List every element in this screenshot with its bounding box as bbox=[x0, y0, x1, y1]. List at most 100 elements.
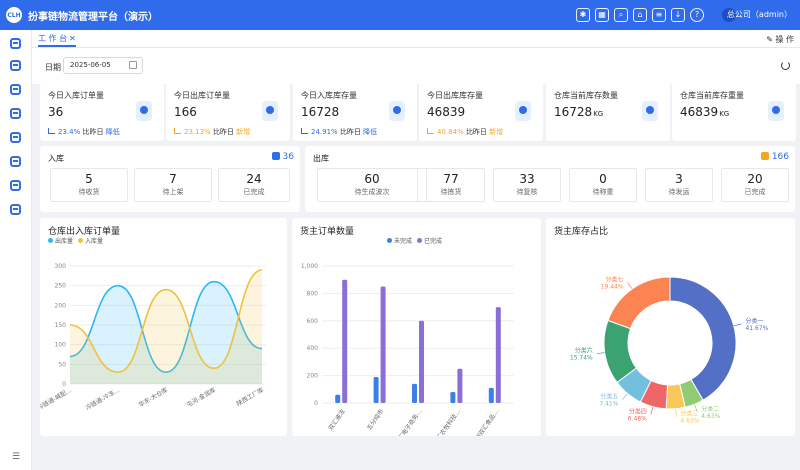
outbound-completed[interactable]: 20 已完成 bbox=[721, 168, 789, 202]
warehouse-qty-icon bbox=[642, 101, 658, 121]
pie-leader-line bbox=[733, 323, 742, 327]
bar bbox=[488, 387, 494, 403]
y-tick-label: 0 bbox=[314, 400, 318, 407]
pie-slice bbox=[669, 276, 737, 401]
stat-label: 今日入库订单量 bbox=[48, 91, 104, 100]
x-tick-label: 华东-大仓库 bbox=[137, 386, 169, 409]
stat-card-warehouse-qty: 仓库当前库存数量 16728KG bbox=[546, 83, 670, 141]
x-tick-label: 五分炖市 bbox=[365, 408, 385, 432]
stat-value: 46839KG bbox=[680, 105, 730, 119]
pie-leader-line bbox=[650, 406, 654, 415]
stat-value: 166 bbox=[174, 105, 197, 119]
inbound-pending-shelving[interactable]: 7 待上架 bbox=[134, 168, 212, 202]
report-icon[interactable] bbox=[10, 180, 21, 191]
stat-label: 今日入库库存量 bbox=[301, 91, 357, 100]
box-icon bbox=[760, 152, 769, 160]
outbound-pending-weigh[interactable]: 0 待称重 bbox=[569, 168, 637, 202]
x-tick-label: 双汇电子商务… bbox=[393, 408, 424, 436]
date-label: 日期 bbox=[45, 63, 61, 72]
order-out-icon bbox=[262, 101, 278, 121]
pie-leader-line bbox=[675, 408, 677, 417]
operations-button[interactable]: ✎ 操 作 bbox=[766, 34, 794, 45]
tab-bar: 工 作 台 ✕ ✎ 操 作 bbox=[32, 30, 800, 48]
stock-out-icon bbox=[515, 101, 531, 121]
trend-icon bbox=[427, 128, 434, 134]
pie-slice-label: 7.41% bbox=[599, 401, 618, 408]
box-icon[interactable] bbox=[10, 60, 21, 71]
outbound-pending-review[interactable]: 33 待复核 bbox=[493, 168, 561, 202]
y-tick-label: 200 bbox=[307, 373, 319, 380]
pie-leader-line bbox=[627, 282, 633, 290]
search-icon[interactable]: ⌕ bbox=[614, 8, 628, 22]
download-icon[interactable]: ↓ bbox=[671, 8, 685, 22]
bank-icon[interactable]: ⌂ bbox=[633, 8, 647, 22]
pie-leader-line bbox=[596, 352, 605, 355]
filter-bar: 日期 2025-06-05 bbox=[32, 48, 800, 84]
bar bbox=[335, 394, 341, 403]
app-title: 扮事链物流管理平台（演示） bbox=[28, 11, 158, 23]
trend-icon bbox=[48, 128, 55, 134]
settings-icon[interactable] bbox=[10, 204, 21, 215]
y-tick-label: 250 bbox=[55, 283, 67, 290]
pie-slice-label: 4.63% bbox=[701, 413, 720, 420]
pie-slice-name: 分类六 bbox=[575, 347, 593, 355]
truck-icon[interactable] bbox=[10, 84, 21, 95]
outbound-pending-pick[interactable]: 77 待拣货 bbox=[417, 168, 485, 202]
area-chart: 0 50 100 150 200 250 300 冷链通-城配… 冷链通-冷冻… 华东-大仓库 屯河… bbox=[40, 263, 266, 412]
stat-trend: 23.13% 比昨日 新增 bbox=[174, 127, 250, 137]
trend-icon bbox=[301, 128, 308, 134]
pie-leader-line bbox=[622, 393, 628, 400]
close-icon[interactable]: ✕ bbox=[69, 34, 76, 43]
date-picker[interactable]: 2025-06-05 bbox=[63, 57, 143, 74]
y-tick-label: 600 bbox=[307, 318, 319, 325]
y-tick-label: 150 bbox=[55, 322, 67, 329]
dashboard-icon[interactable] bbox=[10, 38, 21, 49]
header-icons: ✱ ▦ ⌕ ⌂ ≡ ↓ ? bbox=[576, 8, 704, 22]
pie-slice-label: 4.63% bbox=[680, 418, 699, 425]
package-icon[interactable] bbox=[10, 108, 21, 119]
x-tick-label: 冷链通-城配… bbox=[40, 386, 73, 412]
bar bbox=[419, 320, 424, 403]
stat-card-inbound-stock: 今日入库库存量 16728 24.91% 比昨日 降低 bbox=[293, 83, 417, 141]
inbound-completed[interactable]: 24 已完成 bbox=[218, 168, 290, 202]
menu-fold-icon[interactable]: ☰ bbox=[12, 452, 20, 462]
y-tick-label: 1,000 bbox=[301, 263, 318, 270]
tab-workbench[interactable]: 工 作 台 ✕ bbox=[38, 33, 76, 47]
warehouse-icon[interactable] bbox=[10, 132, 21, 143]
top-bar: CLH 扮事链物流管理平台（演示） ✱ ▦ ⌕ ⌂ ≡ ↓ ? 总公司（admi… bbox=[0, 0, 800, 30]
grid-icon[interactable]: ▦ bbox=[595, 8, 609, 22]
user-name[interactable]: 总公司（admin） bbox=[727, 9, 792, 20]
outbound-pending-ship[interactable]: 3 待发运 bbox=[645, 168, 713, 202]
calendar-icon[interactable] bbox=[129, 61, 137, 69]
panel-title: 出库 bbox=[313, 154, 329, 163]
pie-slice-name: 分类二 bbox=[701, 405, 719, 413]
y-tick-label: 0 bbox=[62, 381, 66, 388]
panel-title: 入库 bbox=[48, 154, 64, 163]
bar bbox=[457, 368, 463, 403]
operations-label: 操 作 bbox=[775, 35, 794, 44]
refresh-icon[interactable] bbox=[781, 61, 790, 70]
x-tick-label: 双汇速冻 bbox=[327, 408, 347, 432]
bug-icon[interactable]: ✱ bbox=[576, 8, 590, 22]
list-icon[interactable] bbox=[10, 156, 21, 167]
pie-slice-name: 分类四 bbox=[629, 407, 647, 415]
bar bbox=[412, 383, 417, 403]
order-in-icon bbox=[136, 101, 152, 121]
sidebar: ☰ bbox=[0, 30, 32, 470]
warehouse-weight-icon bbox=[768, 101, 784, 121]
stat-card-outbound-orders: 今日出库订单量 166 23.13% 比昨日 新增 bbox=[166, 83, 290, 141]
x-tick-label: 屯河-金润库 bbox=[185, 386, 217, 409]
inbound-count: 36 bbox=[271, 152, 294, 162]
help-icon[interactable]: ? bbox=[690, 8, 704, 22]
outbound-panel: 出库 166 60 待生成波次 77 待拣货 33 待复核 0 待称重 3 待发运 20 已… bbox=[305, 146, 795, 212]
document-icon[interactable]: ≡ bbox=[652, 8, 666, 22]
outbound-pending-wave[interactable]: 60 待生成波次 bbox=[317, 168, 427, 202]
y-tick-label: 300 bbox=[55, 263, 67, 270]
box-icon bbox=[271, 152, 280, 160]
pie-slice-label: 41.67% bbox=[745, 325, 768, 332]
logo: CLH bbox=[6, 7, 22, 23]
stat-label: 仓库当前库存数量 bbox=[554, 91, 618, 100]
inbound-pending-receipt[interactable]: 5 待收货 bbox=[50, 168, 128, 202]
trend-icon bbox=[174, 128, 181, 134]
stat-card-outbound-stock: 今日出库库存量 46839 40.84% 比昨日 新增 bbox=[419, 83, 543, 141]
